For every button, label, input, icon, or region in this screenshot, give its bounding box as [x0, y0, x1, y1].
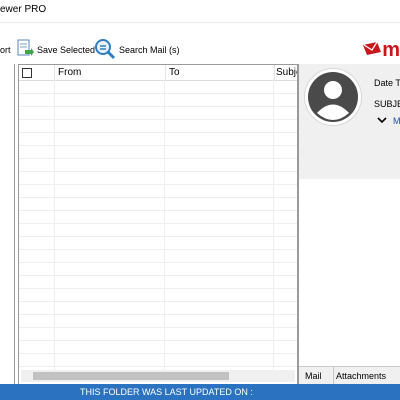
table-row[interactable] [19, 106, 297, 120]
table-row[interactable] [19, 327, 297, 341]
export-button[interactable]: ort [0, 36, 11, 64]
preview-tabs: Mail Attachments [299, 366, 400, 385]
envelope-logo-icon [362, 41, 382, 59]
save-selected-icon [16, 39, 34, 61]
table-row[interactable] [19, 340, 297, 354]
status-text: THIS FOLDER WAS LAST UPDATED ON : [80, 387, 253, 397]
table-row[interactable] [19, 197, 297, 211]
save-selected-label: Save Selected [37, 45, 96, 55]
chevron-down-icon[interactable] [377, 115, 387, 125]
table-row[interactable] [19, 80, 297, 94]
table-row[interactable] [19, 132, 297, 146]
table-row[interactable] [19, 288, 297, 302]
preview-header: Date Ti SUBJE M [299, 64, 400, 179]
column-header-subject[interactable]: Subje [274, 65, 297, 80]
more-details-link[interactable]: M [393, 116, 400, 126]
select-all-cell [19, 65, 55, 80]
table-row[interactable] [19, 184, 297, 198]
user-avatar-icon [304, 68, 362, 126]
table-row[interactable] [19, 119, 297, 133]
brand-text: m [382, 38, 400, 61]
table-row[interactable] [19, 262, 297, 276]
scrollbar-thumb[interactable] [33, 372, 229, 380]
table-row[interactable] [19, 301, 297, 315]
status-bar: THIS FOLDER WAS LAST UPDATED ON : [0, 384, 400, 400]
column-header-to[interactable]: To [165, 65, 275, 80]
tab-attachments[interactable]: Attachments [333, 367, 386, 385]
column-divider [54, 80, 55, 370]
table-row[interactable] [19, 249, 297, 263]
preview-panel: Date Ti SUBJE M Mail Attachments [298, 64, 400, 385]
subject-label: SUBJE [374, 99, 400, 109]
search-mail-button[interactable]: Search Mail (s) [94, 36, 180, 64]
toolbar: ort Save Selected Search Mail (s) m [0, 36, 400, 64]
table-row[interactable] [19, 210, 297, 224]
column-header-from[interactable]: From [54, 65, 166, 80]
column-divider [164, 80, 165, 370]
table-row[interactable] [19, 171, 297, 185]
export-label: ort [0, 45, 11, 55]
window-title: ewer PRO [0, 4, 47, 15]
brand-logo: m [362, 39, 400, 61]
date-time-label: Date Ti [374, 78, 400, 88]
table-row[interactable] [19, 93, 297, 107]
save-selected-button[interactable]: Save Selected [16, 36, 95, 64]
folder-tree-panel[interactable] [0, 64, 15, 384]
table-row[interactable] [19, 223, 297, 237]
table-row[interactable] [19, 145, 297, 159]
table-row[interactable] [19, 158, 297, 172]
mail-list-grid[interactable]: From To Subje [18, 64, 298, 386]
horizontal-scrollbar[interactable] [21, 370, 295, 382]
grid-header: From To Subje [19, 65, 297, 81]
title-bar: ewer PRO [0, 0, 400, 23]
table-row[interactable] [19, 353, 297, 367]
table-row[interactable] [19, 314, 297, 328]
select-all-checkbox[interactable] [22, 68, 32, 78]
search-mail-label: Search Mail (s) [119, 45, 180, 55]
table-row[interactable] [19, 275, 297, 289]
search-mail-icon [94, 38, 116, 62]
column-divider [273, 80, 274, 370]
table-row[interactable] [19, 236, 297, 250]
tab-mail[interactable]: Mail [305, 367, 322, 385]
